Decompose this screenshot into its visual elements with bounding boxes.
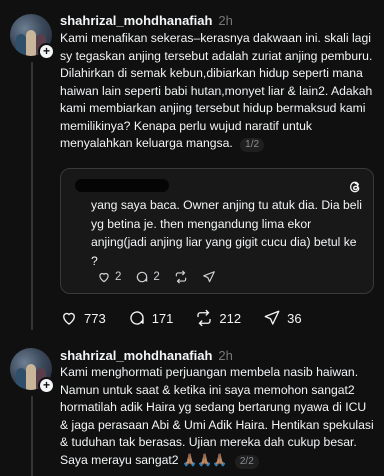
post-text: Kami menafikan sekeras–kerasnya dakwaan … [60, 30, 374, 153]
reply-count: 171 [151, 310, 174, 326]
like-count: 773 [84, 310, 106, 326]
username[interactable]: shahrizal_mohdhanafiah [60, 348, 212, 363]
username[interactable]: shahrizal_mohdhanafiah [60, 13, 212, 28]
repost-icon[interactable] [174, 270, 188, 284]
timestamp: 2h [218, 348, 233, 363]
quoted-reply-count: 2 [153, 271, 160, 283]
repost-button[interactable]: 212 [195, 309, 241, 327]
repost-count: 212 [219, 310, 242, 326]
thread-line [31, 396, 33, 476]
post-header: shahrizal_mohdhanafiah 2h [60, 348, 233, 363]
share-button[interactable]: 36 [263, 309, 302, 327]
thread-line [31, 62, 33, 330]
post-header: shahrizal_mohdhanafiah 2h [60, 13, 233, 28]
heart-icon [63, 312, 75, 325]
quoted-like-button[interactable]: 2 [97, 270, 121, 284]
thread-counter: 2/2 [234, 454, 259, 469]
timestamp: 2h [218, 13, 233, 28]
share-icon[interactable] [202, 270, 216, 284]
post-paragraph-2: Dilahirkan di semak kebun,dibiarkan hidu… [60, 66, 373, 150]
redacted-username [75, 179, 169, 192]
post-paragraph-1: Kami menghormati perjuangan membela nasi… [60, 365, 374, 467]
reply-button[interactable]: 171 [128, 309, 174, 327]
quoted-like-count: 2 [115, 271, 122, 283]
share-count: 36 [287, 310, 302, 326]
like-button[interactable]: 773 [60, 309, 106, 327]
quoted-text: yang saya baca. Owner anjing tu atuk dia… [91, 198, 362, 268]
share-icon [264, 310, 280, 325]
thread-counter: 1/2 [240, 138, 265, 152]
threads-logo-icon [349, 181, 360, 193]
post-actions: 773 171 212 36 [60, 309, 302, 327]
heart-icon [99, 272, 109, 283]
follow-plus-icon[interactable]: + [38, 43, 55, 60]
repost-icon [197, 309, 212, 327]
quoted-reply-button[interactable]: 2 [135, 270, 160, 284]
post-text: Kami menghormati perjuangan membela nasi… [60, 364, 374, 469]
quoted-post[interactable]: yang saya baca. Owner anjing tu atuk dia… [60, 168, 374, 294]
post-paragraph-1: Kami menafikan sekeras–kerasnya dakwaan … [60, 31, 373, 63]
quoted-actions: 2 2 [97, 270, 216, 284]
comment-icon [130, 311, 144, 325]
follow-plus-icon[interactable]: + [38, 377, 55, 394]
comment-icon [137, 271, 148, 283]
